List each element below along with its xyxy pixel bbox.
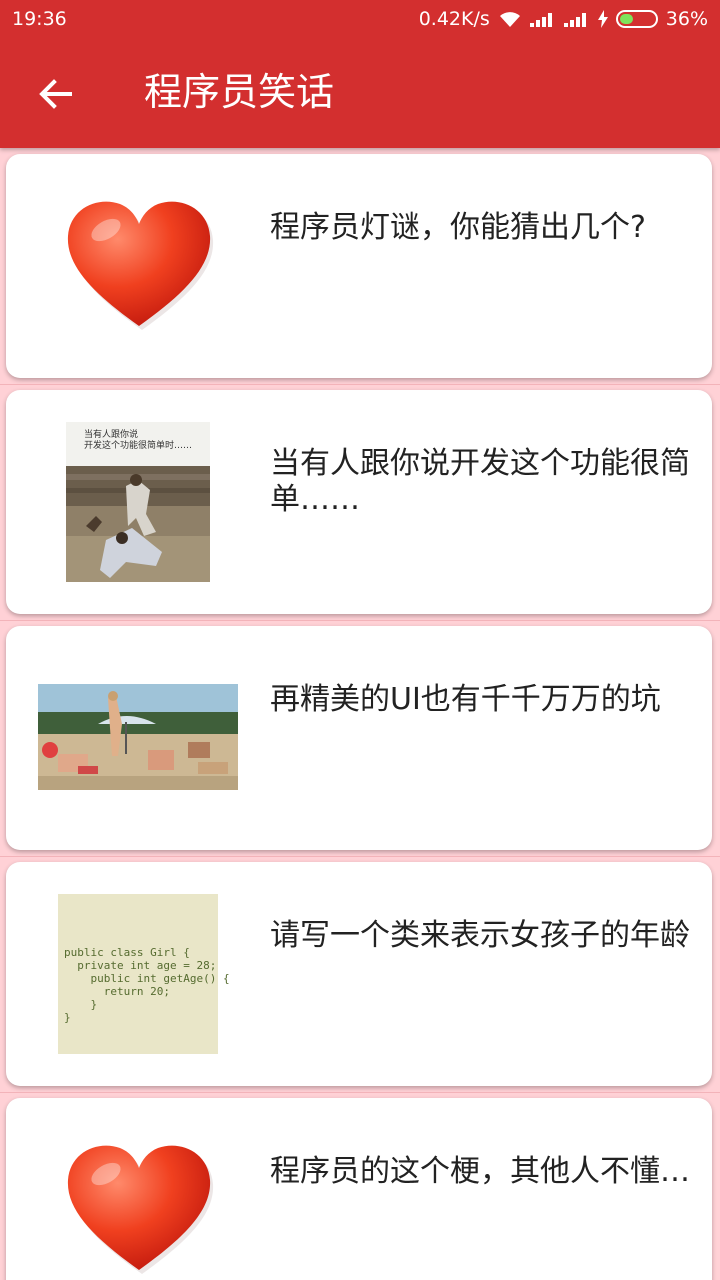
status-time: 19:36 (12, 8, 67, 30)
list-item[interactable]: 程序员的这个梗，其他人不懂… (6, 1098, 712, 1280)
list-item[interactable]: public class Girl { private int age = 28… (6, 862, 712, 1086)
toolbar: 程序员笑话 (0, 52, 720, 132)
code-line: public int getAge() { (64, 972, 230, 985)
battery-fill (619, 14, 634, 24)
app-bar: 19:36 0.42K/s 36% 程序员笑话 (0, 0, 720, 148)
code-line: private int age = 28; (64, 959, 217, 972)
battery-icon (615, 10, 658, 28)
page-title: 程序员笑话 (144, 70, 335, 114)
thumb-caption-line-2: 开发这个功能很简单时…… (84, 441, 193, 451)
code-line: } (64, 998, 98, 1011)
item-title: 程序员灯谜，你能猜出几个? (270, 210, 646, 245)
fight-photo: 当有人跟你说 开发这个功能很简单时…… (66, 422, 210, 582)
item-title: 程序员的这个梗，其他人不懂… (270, 1154, 690, 1189)
thumb-caption-line-1: 当有人跟你说 (84, 430, 139, 440)
beach-photo (38, 684, 238, 790)
divider (0, 620, 720, 621)
charging-icon (597, 10, 608, 28)
status-icons: 0.42K/s 36% (419, 8, 708, 30)
status-bar: 19:36 0.42K/s 36% (0, 0, 720, 38)
heart-icon (64, 194, 214, 334)
item-title: 请写一个类来表示女孩子的年龄 (270, 918, 690, 953)
list-item[interactable]: 当有人跟你说 开发这个功能很简单时…… 当有人跟你说开发这个功能很简单…… (6, 390, 712, 614)
item-title: 再精美的UI也有千千万万的坑 (270, 682, 661, 717)
signal-icon-2 (563, 11, 590, 27)
code-image: public class Girl { private int age = 28… (58, 894, 230, 1054)
net-speed: 0.42K/s (418, 8, 490, 30)
divider (0, 856, 720, 857)
list-item[interactable]: 程序员灯谜，你能猜出几个? (6, 154, 712, 378)
back-button[interactable] (30, 68, 82, 120)
code-line: public class Girl { (64, 946, 190, 959)
heart-icon (64, 1138, 214, 1278)
battery-percent: 36% (665, 8, 708, 30)
item-title: 当有人跟你说开发这个功能很简单…… (270, 446, 690, 517)
list-item[interactable]: 再精美的UI也有千千万万的坑 (6, 626, 712, 850)
signal-icon (529, 11, 556, 27)
code-line: return 20; (64, 985, 170, 998)
divider (0, 1092, 720, 1093)
divider (0, 384, 720, 385)
arrow-left-icon (39, 79, 72, 109)
wifi-icon (498, 10, 522, 28)
code-line: } (64, 1011, 71, 1024)
